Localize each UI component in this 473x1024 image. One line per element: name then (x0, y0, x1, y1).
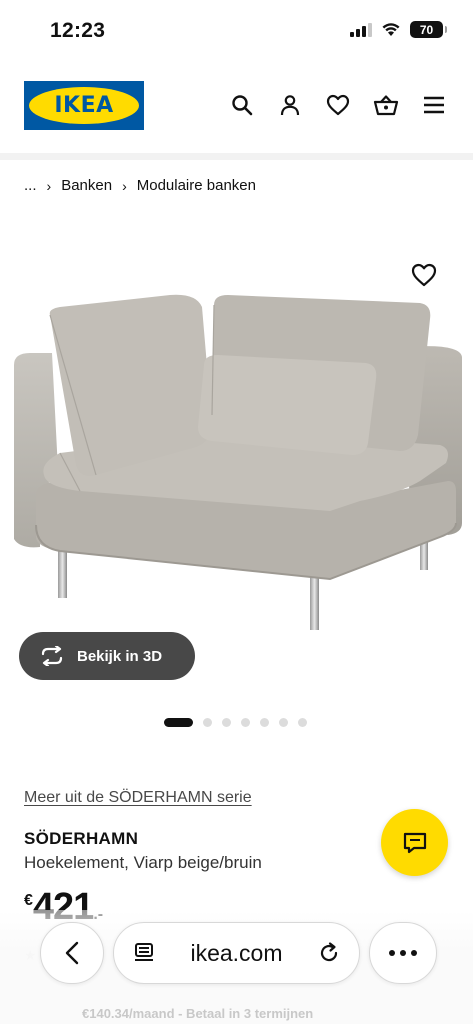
browser-toolbar: ikea.com €140.34/maand - Betaal in 3 ter… (0, 910, 473, 1024)
chevron-left-icon (65, 941, 79, 965)
ikea-logo[interactable]: IKEA (24, 81, 144, 130)
add-to-wishlist-icon[interactable] (411, 262, 437, 288)
product-image[interactable] (0, 285, 473, 630)
address-bar[interactable]: ikea.com (113, 922, 360, 984)
battery-indicator: 70 (410, 21, 447, 38)
url-text: ikea.com (190, 939, 283, 966)
header-icons (229, 92, 447, 118)
carousel-dot[interactable] (241, 718, 250, 727)
reload-icon[interactable] (317, 941, 341, 965)
wifi-icon (382, 23, 400, 36)
logo-text: IKEA (54, 93, 114, 118)
reader-mode-icon[interactable] (132, 941, 156, 965)
ellipsis-icon (389, 950, 417, 956)
search-icon[interactable] (229, 92, 255, 118)
view-in-3d-label: Bekijk in 3D (77, 647, 163, 665)
site-header: IKEA (0, 80, 473, 132)
status-time: 12:23 (50, 19, 106, 42)
installment-text: €140.34/maand - Betaal in 3 termijnen (82, 1006, 314, 1021)
account-icon[interactable] (277, 92, 303, 118)
chat-icon (403, 832, 426, 853)
carousel-dots (164, 718, 307, 727)
status-icons: 70 (350, 21, 447, 38)
carousel-dot[interactable] (298, 718, 307, 727)
carousel-dot[interactable] (203, 718, 212, 727)
series-link[interactable]: Meer uit de SÖDERHAMN serie (24, 789, 252, 807)
chat-button[interactable] (381, 809, 448, 876)
more-options-button[interactable] (369, 922, 437, 984)
menu-icon[interactable] (421, 92, 447, 118)
breadcrumb: ... › Banken › Modulaire banken (24, 177, 256, 194)
back-button[interactable] (40, 922, 104, 984)
view-in-3d-button[interactable]: Bekijk in 3D (19, 632, 195, 680)
chevron-right-icon: › (122, 177, 127, 194)
header-divider (0, 153, 473, 160)
carousel-dot[interactable] (260, 718, 269, 727)
product-name: SÖDERHAMN (24, 829, 139, 848)
carousel-dot[interactable] (279, 718, 288, 727)
wishlist-icon[interactable] (325, 92, 351, 118)
breadcrumb-item-modulaire-banken[interactable]: Modulaire banken (137, 177, 256, 194)
carousel-dot[interactable] (222, 718, 231, 727)
rotate-3d-icon (41, 646, 63, 666)
basket-icon[interactable] (373, 92, 399, 118)
product-description: Hoekelement, Viarp beige/bruin (24, 853, 262, 872)
price-currency: € (24, 892, 33, 909)
breadcrumb-item-ellipsis[interactable]: ... (24, 177, 37, 194)
status-bar: 12:23 70 (0, 0, 473, 60)
chevron-right-icon: › (46, 177, 52, 194)
signal-icon (350, 22, 372, 37)
breadcrumb-item-banken[interactable]: Banken (61, 177, 112, 194)
carousel-dot[interactable] (164, 718, 193, 727)
